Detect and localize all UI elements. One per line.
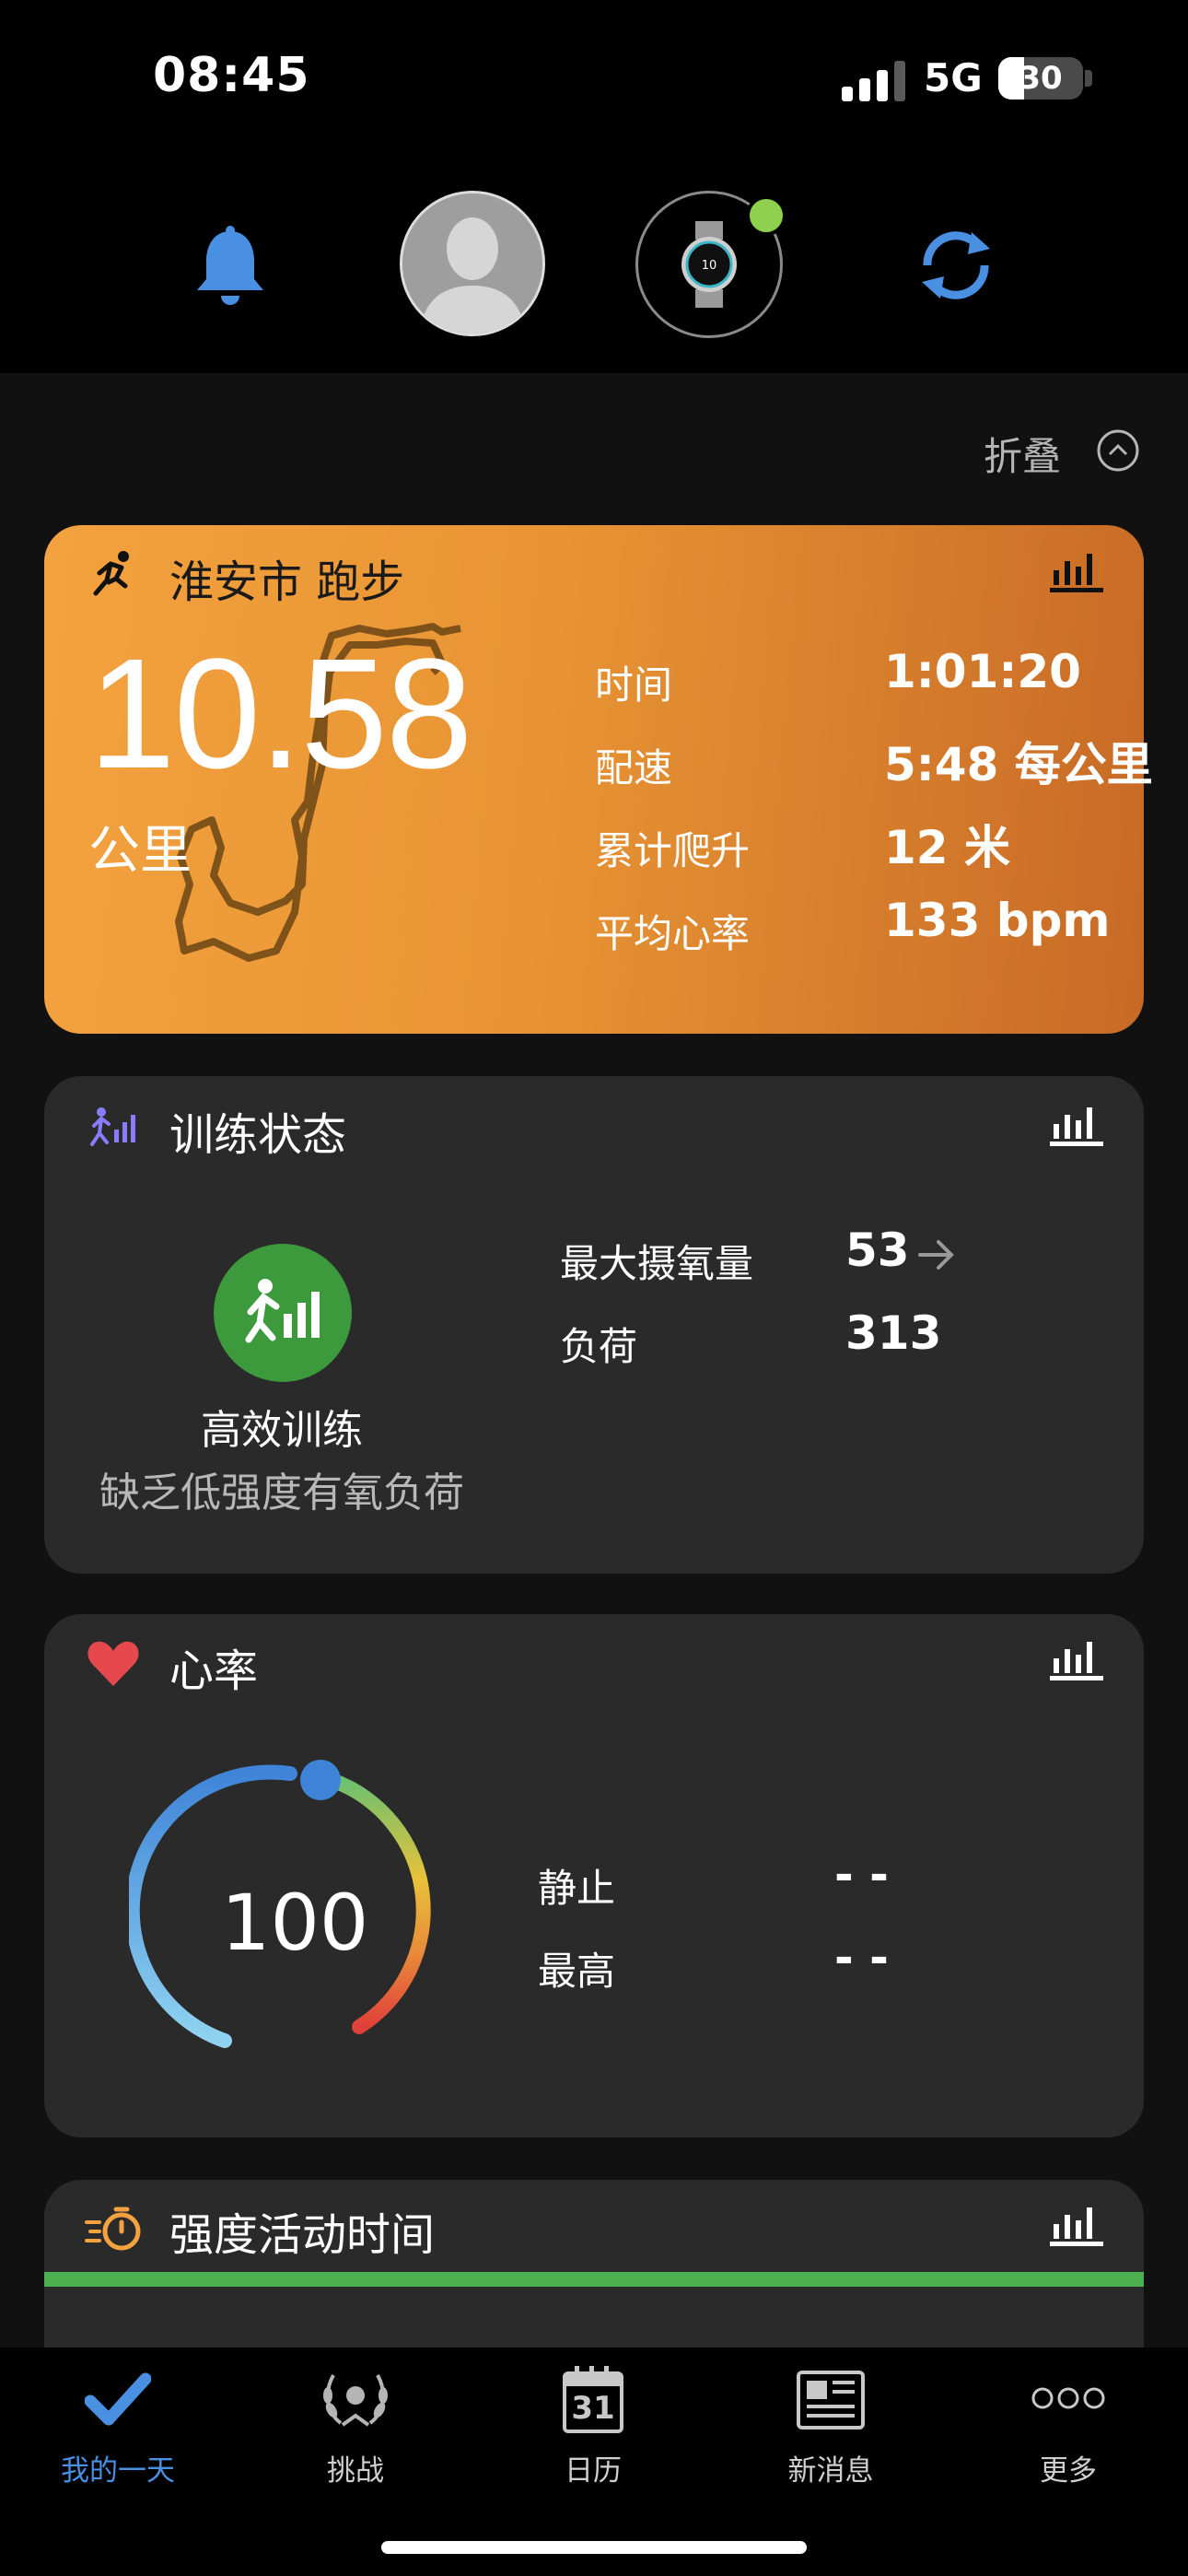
heart-rate-current: 100	[221, 1878, 369, 1968]
bell-icon[interactable]	[193, 226, 267, 309]
news-icon	[797, 2371, 865, 2430]
training-status-label: 高效训练	[201, 1407, 363, 1454]
training-status-icon	[90, 1107, 135, 1146]
tab-challenges[interactable]: 挑战	[282, 2359, 429, 2488]
laurel-icon	[323, 2374, 388, 2427]
resting-hr-label: 静止	[538, 1866, 616, 1911]
resting-hr-value: - -	[834, 1848, 889, 1902]
collapse-label[interactable]: 折叠	[984, 426, 1061, 482]
battery-icon: 30	[998, 57, 1083, 100]
activity-stat-value: 1:01:20	[884, 645, 1081, 698]
tab-my-day[interactable]: 我的一天	[44, 2359, 192, 2488]
vo2max-label: 最大摄氧量	[560, 1241, 754, 1286]
arrow-right-icon	[918, 1240, 954, 1270]
productive-training-icon	[245, 1279, 320, 1343]
activity-title: 淮安市 跑步	[169, 556, 405, 608]
activity-stat-value: 12 米	[884, 821, 1010, 874]
svg-text:10: 10	[702, 259, 717, 273]
activity-stat-value: 5:48 每公里	[884, 738, 1153, 791]
tab-more[interactable]: 更多	[995, 2359, 1142, 2488]
intensity-progress-bar	[44, 2272, 1144, 2287]
tab-label: 挑战	[327, 2454, 384, 2488]
status-time: 08:45	[153, 48, 310, 103]
tab-label: 日历	[565, 2454, 622, 2488]
tab-label: 我的一天	[61, 2454, 175, 2488]
chart-icon[interactable]	[1050, 1638, 1103, 1680]
device-connected-dot	[746, 195, 786, 236]
sync-icon[interactable]	[916, 228, 996, 302]
running-icon	[93, 551, 129, 596]
tab-news[interactable]: 新消息	[757, 2359, 904, 2488]
activity-stat-label: 累计爬升	[595, 828, 751, 873]
heart-icon	[87, 1641, 139, 1686]
chart-icon[interactable]	[1050, 550, 1103, 592]
activity-distance: 10.58	[88, 626, 472, 802]
chart-icon[interactable]	[1050, 1104, 1103, 1146]
battery-level: 30	[1019, 60, 1063, 97]
chevron-up-icon[interactable]	[1097, 429, 1139, 472]
tab-label: 更多	[1040, 2454, 1097, 2488]
tab-calendar[interactable]: 31 日历	[519, 2359, 667, 2488]
training-status-note: 缺乏低强度有氧负荷	[99, 1469, 464, 1516]
check-icon	[85, 2372, 151, 2426]
header-bar	[0, 166, 1188, 373]
person-icon	[402, 193, 542, 334]
network-label: 5G	[924, 55, 983, 100]
training-status-title: 训练状态	[169, 1109, 347, 1161]
load-label: 负荷	[560, 1324, 638, 1369]
max-hr-label: 最高	[538, 1949, 616, 1994]
signal-icon	[842, 61, 905, 101]
activity-stat-label: 时间	[595, 662, 673, 708]
profile-avatar[interactable]	[400, 191, 545, 336]
heart-rate-title: 心率	[169, 1645, 259, 1697]
more-icon	[1031, 2387, 1105, 2409]
activity-distance-unit: 公里	[88, 821, 192, 881]
intensity-title: 强度活动时间	[169, 2209, 436, 2261]
max-hr-value: - -	[834, 1931, 889, 1985]
calendar-day: 31	[571, 2390, 615, 2427]
tab-label: 新消息	[787, 2454, 874, 2488]
home-indicator[interactable]	[381, 2541, 807, 2554]
load-value: 313	[845, 1306, 942, 1360]
activity-stat-label: 平均心率	[595, 911, 751, 956]
chart-icon[interactable]	[1050, 2204, 1103, 2246]
activity-stat-label: 配速	[595, 745, 673, 790]
vo2max-value: 53	[845, 1224, 910, 1277]
training-status-badge	[214, 1244, 352, 1382]
battery-cap	[1085, 70, 1092, 87]
stopwatch-icon	[85, 2207, 141, 2251]
activity-stat-value: 133 bpm	[884, 894, 1111, 947]
